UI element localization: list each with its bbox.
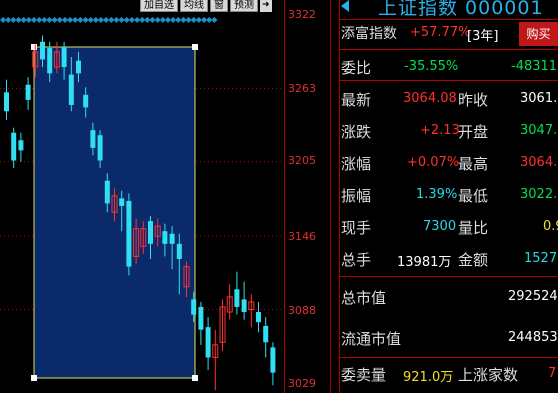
fund-index-label: 添富指数 — [341, 26, 397, 42]
y-tick-label: 3088 — [288, 304, 316, 317]
fund-index-period[interactable]: [3年] — [467, 25, 498, 44]
window-button[interactable]: 窗 — [210, 0, 228, 12]
low-value: 3022.3 — [520, 187, 558, 202]
row-divider — [339, 80, 558, 81]
sell-volume-label: 委卖量 — [341, 366, 387, 384]
row-divider — [339, 19, 558, 20]
high-label: 最高 — [458, 155, 489, 173]
candle-body-down — [61, 46, 67, 68]
candle-body-down — [4, 92, 9, 112]
change-value: +2.13 — [420, 123, 460, 138]
fund-index-value: +57.77% — [410, 25, 471, 40]
row-divider — [339, 276, 558, 277]
y-tick-label: 3322 — [288, 8, 316, 21]
candle-body-down — [198, 306, 204, 330]
candle-body-down — [263, 325, 269, 343]
forecast-button[interactable]: 预测 — [230, 0, 258, 12]
candle-body-down — [11, 132, 17, 161]
panel-divider — [339, 0, 340, 393]
selection-handle[interactable] — [31, 375, 37, 381]
order-ratio-label: 委比 — [341, 59, 372, 77]
candle-body-down — [234, 289, 240, 307]
open-label: 开盘 — [458, 123, 489, 141]
candle-body-down — [97, 135, 103, 161]
pin-icon[interactable]: ➜ — [260, 0, 272, 12]
quote-title: 上证指数 000001 — [378, 0, 544, 19]
y-tick-label: 3146 — [288, 230, 316, 243]
candle-body-down — [18, 140, 24, 151]
sell-volume-value: 921.0万 — [403, 370, 454, 385]
amount-value: 1527 — [524, 251, 558, 266]
candle-body-down — [176, 243, 182, 259]
order-diff-value: -48311 — [511, 59, 558, 74]
chart-top-marker-strip: ◆◆◆◆◆◆◆◆◆◆◆◆◆◆◆◆◆◆◆◆◆◆◆◆◆◆◆◆◆◆◆◆◆◆◆◆◆◆◆◆… — [0, 16, 217, 24]
volume-ratio-value: 0.9 — [543, 219, 558, 234]
low-label: 最低 — [458, 187, 489, 205]
candle-body-down — [126, 200, 132, 267]
candle-body-down — [90, 130, 96, 148]
candle-body-down — [241, 299, 247, 313]
high-value: 3064.0 — [520, 155, 558, 170]
add-watchlist-button[interactable]: 加自选 — [140, 0, 178, 12]
candle-body-down — [191, 299, 197, 315]
latest-label: 最新 — [341, 91, 372, 109]
buy-button[interactable]: 购买 — [519, 22, 558, 46]
moving-average-button[interactable]: 均线 — [180, 0, 208, 12]
prev-close-value: 3061.9 — [520, 91, 558, 106]
selection-handle[interactable] — [192, 44, 198, 50]
market-cap-label: 总市值 — [341, 289, 387, 307]
selection-handle[interactable] — [192, 375, 198, 381]
amount-label: 金额 — [458, 251, 489, 269]
candle-body-down — [205, 327, 211, 358]
change-pct-label: 涨幅 — [341, 155, 372, 173]
order-ratio-value: -35.55% — [404, 59, 459, 74]
open-value: 3047.9 — [520, 123, 558, 138]
change-label: 涨跌 — [341, 123, 372, 141]
advancers-label: 上涨家数 — [458, 366, 519, 384]
kline-chart[interactable] — [0, 0, 290, 393]
previous-arrow-icon[interactable] — [341, 0, 349, 12]
current-hand-label: 现手 — [341, 219, 372, 237]
candle-body-down — [47, 48, 53, 74]
market-cap-value: 292524 — [508, 289, 558, 304]
chart-toolbar: 加自选 均线 窗 预测 ➜ — [140, 0, 272, 12]
float-cap-label: 流通市值 — [341, 330, 402, 348]
candle-body-down — [83, 94, 89, 108]
amplitude-label: 振幅 — [341, 187, 372, 205]
candle-body-down — [68, 74, 74, 105]
candle-body-down — [169, 233, 175, 244]
candle-body-down — [104, 180, 110, 204]
candle-body-down — [25, 84, 31, 100]
total-hand-label: 总手 — [341, 251, 372, 269]
candle-body-down — [76, 60, 81, 74]
candle-body-down — [256, 312, 261, 323]
y-axis-line — [284, 0, 285, 393]
candle-body-down — [40, 41, 45, 60]
panel-divider — [330, 0, 331, 393]
y-tick-label: 3029 — [288, 377, 316, 390]
y-tick-label: 3205 — [288, 154, 316, 167]
float-cap-value: 244853 — [508, 330, 558, 345]
total-hand-value: 13981万 — [397, 255, 452, 270]
candle-body-down — [162, 231, 168, 244]
row-divider — [339, 357, 558, 358]
prev-close-label: 昨收 — [458, 91, 489, 109]
change-pct-value: +0.07% — [407, 155, 460, 170]
row-divider — [339, 49, 558, 50]
volume-ratio-label: 量比 — [458, 219, 489, 237]
advancers-value: 7 — [548, 366, 557, 381]
current-hand-value: 7300 — [423, 219, 457, 234]
y-tick-label: 3263 — [288, 82, 316, 95]
candle-body-down — [148, 221, 153, 244]
amplitude-value: 1.39% — [416, 187, 458, 202]
candle-body-down — [270, 347, 276, 373]
candle-body-down — [119, 198, 125, 206]
selection-handle[interactable] — [31, 44, 37, 50]
latest-value: 3064.08 — [403, 91, 457, 106]
